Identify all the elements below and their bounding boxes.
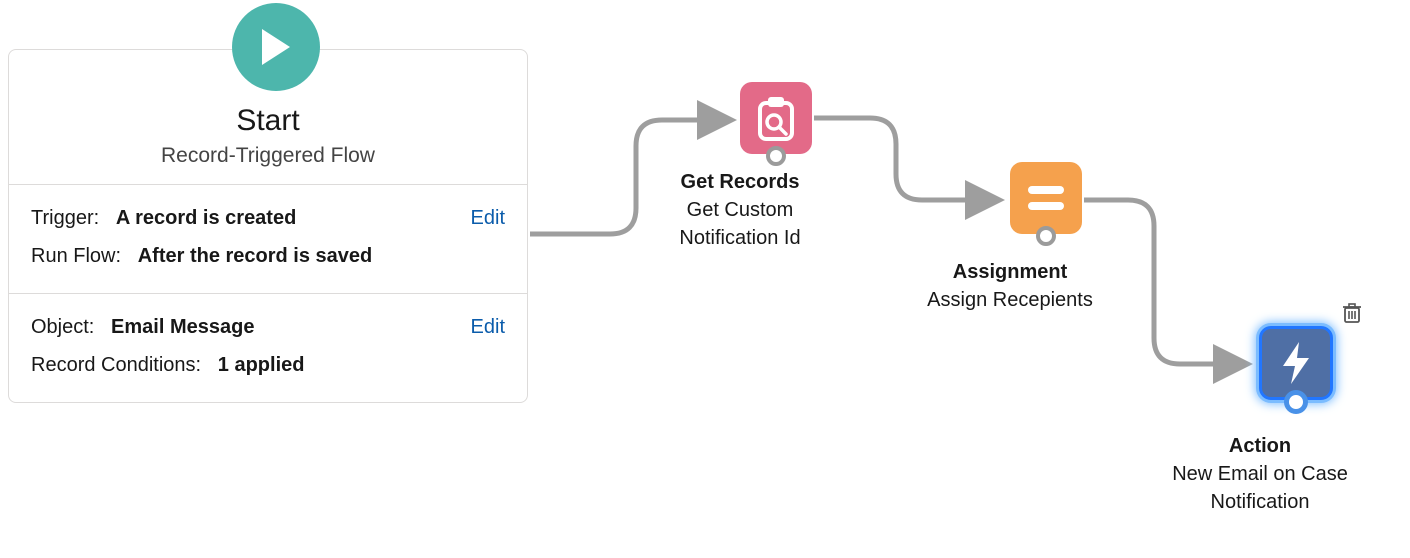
runflow-label: Run Flow: [31,245,121,267]
get-records-label: Get Records Get Custom Notification Id [640,168,840,252]
clipboard-search-icon [756,95,796,141]
edit-object-link[interactable]: Edit [471,308,505,346]
start-trigger-section: Edit Trigger: A record is created Run Fl… [9,185,527,294]
start-node-card[interactable]: Start Record-Triggered Flow Edit Trigger… [8,49,528,403]
conditions-value: 1 applied [218,354,305,376]
node-connector-dot [1284,390,1308,414]
get-records-title: Get Records [640,168,840,196]
assignment-title: Assignment [910,258,1110,286]
node-connector-dot [766,146,786,166]
runflow-value: After the record is saved [138,245,373,267]
object-value: Email Message [111,316,254,338]
assignment-label: Assignment Assign Recepients [910,258,1110,314]
action-title: Action [1160,432,1360,460]
delete-icon[interactable] [1343,303,1361,328]
object-label: Object: [31,316,94,338]
action-subtitle: New Email on Case Notification [1160,460,1360,516]
get-records-node[interactable] [740,82,812,154]
play-icon[interactable] [232,3,320,91]
action-label: Action New Email on Case Notification [1160,432,1360,516]
start-object-section: Edit Object: Email Message Record Condit… [9,294,527,402]
trigger-label: Trigger: [31,207,99,229]
action-node[interactable] [1259,326,1333,400]
trigger-value: A record is created [116,207,296,229]
start-title: Start [29,104,507,138]
assignment-subtitle: Assign Recepients [910,286,1110,314]
lightning-icon [1279,340,1313,386]
start-subtitle: Record-Triggered Flow [29,144,507,168]
edit-trigger-link[interactable]: Edit [471,199,505,237]
node-connector-dot [1036,226,1056,246]
conditions-label: Record Conditions: [31,354,201,376]
equals-icon [1026,184,1066,212]
assignment-node[interactable] [1010,162,1082,234]
get-records-subtitle: Get Custom Notification Id [640,196,840,252]
